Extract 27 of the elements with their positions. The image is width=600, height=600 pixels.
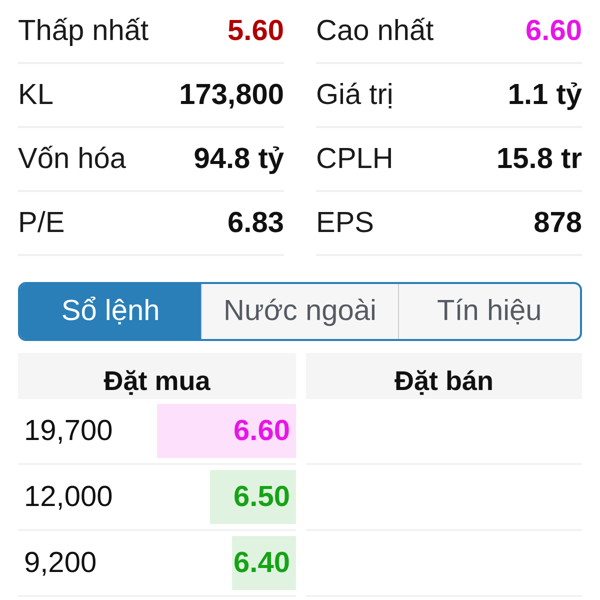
stat-value: 15.8 tr [496,142,582,176]
bid-volume: 12,000 [23,480,113,514]
stat-value: 5.60 [228,14,284,48]
stat-label: Vốn hóa [18,142,126,176]
stat-label: P/E [18,206,65,240]
stat-value: 6.60 [526,14,582,48]
stat-value: 878 [534,206,582,240]
bid-price: 6.60 [234,414,291,448]
stat-value: 6.83 [228,206,284,240]
stat-value: 1.1 tỷ [508,78,582,112]
tab[interactable]: Nước ngoài [201,284,398,339]
tab[interactable]: Sổ lệnh [20,284,202,339]
bid-price: 6.40 [234,546,291,580]
stat-label: EPS [316,206,374,240]
stat-value: 94.8 tỷ [194,142,284,176]
column-header: Đặt mua [18,353,296,399]
stat-label: Thấp nhất [18,14,149,48]
column-header: Đặt bán [306,353,582,399]
stat-label: CPLH [316,142,394,176]
bid-price: 6.50 [234,480,291,514]
tab[interactable]: Tín hiệu [398,284,580,339]
stat-value: 173,800 [179,78,284,112]
stat-label: Cao nhất [316,14,434,48]
stat-label: KL [18,78,54,112]
stat-label: Giá trị [316,78,394,112]
bid-volume: 19,700 [23,414,113,448]
bid-volume: 9,200 [23,546,97,580]
